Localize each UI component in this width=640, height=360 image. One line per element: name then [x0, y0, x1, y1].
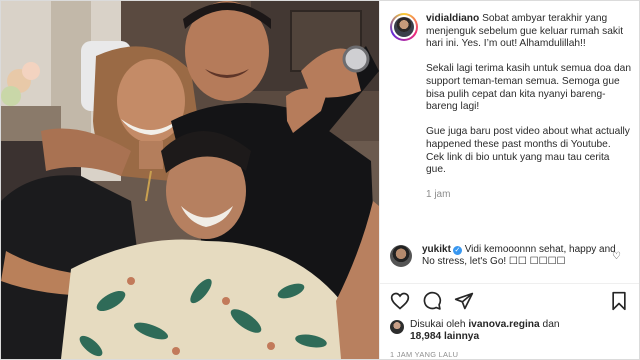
verified-badge-icon: ✓ [452, 246, 462, 255]
commenter-avatar[interactable] [390, 245, 412, 267]
post-side-panel: vidialdiano Sobat ambyar terakhir yang m… [379, 1, 639, 359]
likes-suffix[interactable]: lainnya [444, 331, 479, 342]
liker-username[interactable]: ivanova.regina [468, 319, 539, 330]
post-caption: vidialdiano Sobat ambyar terakhir yang m… [426, 13, 631, 201]
bookmark-icon[interactable] [609, 291, 629, 311]
heart-icon[interactable] [390, 291, 410, 311]
post-caption-block: vidialdiano Sobat ambyar terakhir yang m… [390, 13, 631, 201]
liker-avatar[interactable] [390, 320, 404, 334]
comment-icon[interactable] [422, 291, 442, 311]
post-actions-bar [390, 291, 629, 313]
author-avatar[interactable] [390, 13, 418, 41]
comment-item: yukikt ✓ Vidi kemooonnn sehat, happy and … [390, 244, 631, 269]
actions-divider [380, 283, 639, 284]
commenter-username[interactable]: yukikt [422, 244, 451, 255]
post-timestamp[interactable]: 1 JAM YANG LALU [390, 350, 458, 359]
caption-time-ago[interactable]: 1 jam [426, 189, 631, 202]
likes-text: Disukai oleh ivanova.regina dan 18,984 l… [410, 319, 630, 344]
likes-summary: Disukai oleh ivanova.regina dan 18,984 l… [390, 319, 630, 344]
post-photo-illustration [1, 1, 379, 359]
instagram-post: vidialdiano Sobat ambyar terakhir yang m… [0, 0, 640, 360]
share-icon[interactable] [454, 291, 474, 311]
comment-like-heart-icon[interactable]: ♡ [612, 251, 621, 262]
likes-count[interactable]: 18,984 [410, 331, 441, 342]
likes-prefix: Disukai oleh [410, 319, 466, 330]
caption-paragraph-2: Sekali lagi terima kasih untuk semua doa… [426, 63, 631, 113]
comment-text: Vidi kemooonnn sehat, happy and No stres… [422, 244, 616, 268]
comment-text-block: yukikt ✓ Vidi kemooonnn sehat, happy and … [422, 244, 616, 269]
post-photo[interactable] [1, 1, 379, 359]
likes-connector: dan [542, 319, 560, 330]
author-username[interactable]: vidialdiano [426, 13, 479, 24]
caption-paragraph-3: Gue juga baru post video about what actu… [426, 126, 630, 176]
